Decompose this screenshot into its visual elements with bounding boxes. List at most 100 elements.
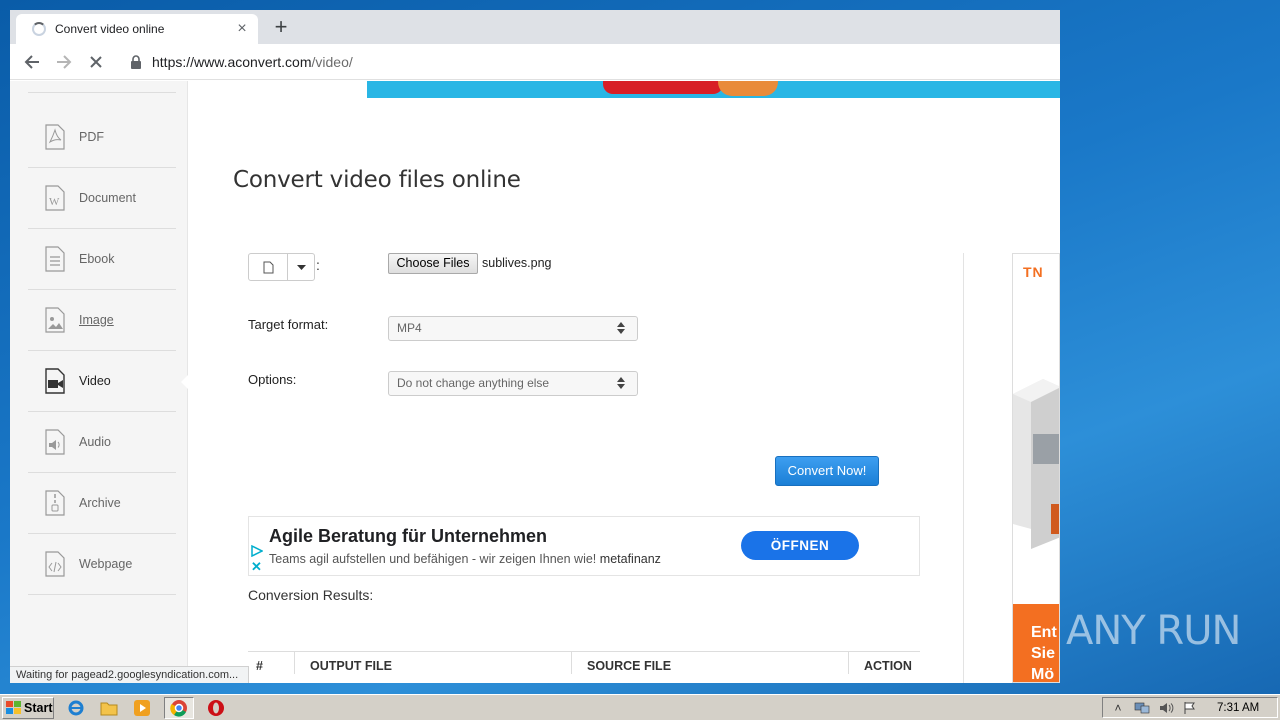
building-illustration [1013,379,1059,549]
ebook-icon [45,246,65,272]
lock-icon [131,54,141,69]
side-banner-ad[interactable]: TN Ent Sie Mö [1012,253,1060,683]
banner-ad-shape [603,81,723,94]
ad-description: Teams agil aufstellen und befähigen - wi… [269,552,661,566]
select-arrows-icon [617,377,625,389]
options-value: Do not change anything else [397,376,550,390]
tab-title: Convert video online [55,22,165,36]
media-player-icon [134,699,150,716]
image-icon [45,307,65,333]
folder-icon [100,702,118,715]
windows-taskbar: Start ˄ 7:31 AM [0,694,1280,720]
windows-logo-icon [6,700,21,714]
new-tab-button[interactable]: + [268,15,294,41]
browser-tab[interactable]: Convert video online × [16,14,258,44]
ad-headline[interactable]: Agile Beratung für Unternehmen [269,526,547,547]
taskbar-opera-button[interactable] [205,697,227,719]
options-select[interactable]: Do not change anything else [388,371,638,396]
audio-icon [45,429,65,455]
choose-files-button[interactable]: Choose Files [388,253,478,274]
svg-text:W: W [49,196,60,208]
start-button[interactable]: Start [2,696,54,719]
ad-close-icon[interactable]: ✕ [251,560,262,573]
taskbar-clock[interactable]: 7:31 AM [1217,702,1259,714]
convert-now-button[interactable]: Convert Now! [775,456,879,486]
sidebar-item-archive[interactable]: Archive [28,473,176,534]
category-sidebar: PDF W Document Ebook Image Video Audio A… [10,81,189,683]
side-ad-text-line: Ent [1031,624,1057,641]
results-table-header: # OUTPUT FILE SOURCE FILE ACTION [248,651,920,683]
sidebar-item-video[interactable]: Video [28,351,176,412]
source-caret-button[interactable] [288,254,314,280]
close-tab-icon[interactable]: × [234,20,250,38]
sidebar-item-label: Video [79,374,111,388]
flag-icon [1184,701,1195,714]
page-title: Convert video files online [233,167,521,193]
side-ad-text: Ent Sie Mö [1031,622,1057,682]
start-label: Start [24,700,53,715]
taskbar-media-player-button[interactable] [131,697,153,719]
arrow-right-icon [57,54,72,69]
target-format-select[interactable]: MP4 [388,316,638,341]
side-ad-text-line: Sie [1031,645,1056,662]
network-computer-icon [1134,702,1150,713]
sidebar-item-label: Document [79,191,136,205]
local-file-button[interactable] [249,254,288,280]
ad-open-button[interactable]: ÖFFNEN [741,531,859,560]
sidebar-item-label: Ebook [79,252,115,266]
ad-advertiser: metafinanz [599,552,661,566]
sidebar-item-webpage[interactable]: Webpage [28,534,176,595]
sidebar-item-audio[interactable]: Audio [28,412,176,473]
select-arrows-icon [617,322,625,334]
url-path: /video/ [311,53,353,70]
target-format-label: Target format: [248,317,329,332]
stop-x-icon [90,55,102,68]
sidebar-item-image[interactable]: Image [28,290,176,351]
sidebar-item-pdf[interactable]: PDF [28,107,176,168]
watermark-text: ANY RUN [1066,608,1241,654]
file-icon [263,261,273,273]
sidebar-item-ebook[interactable]: Ebook [28,229,176,290]
stop-loading-button[interactable] [80,46,112,78]
back-button[interactable] [16,46,48,78]
webpage-icon [45,551,65,577]
arrow-left-icon [24,54,39,69]
address-bar[interactable]: https://www.aconvert.com/video/ [128,48,1060,76]
speaker-icon [1160,702,1174,713]
adchoices-icon[interactable] [251,545,263,557]
column-separator [294,652,295,674]
internet-explorer-icon [68,700,84,715]
file-source-dropdown[interactable] [248,253,315,281]
loading-spinner-icon [32,22,46,36]
column-separator [571,652,572,674]
pdf-icon [45,124,65,150]
tab-strip: Convert video online × + [10,10,1060,44]
browser-toolbar: https://www.aconvert.com/video/ [10,44,1060,80]
archive-icon [45,490,65,516]
taskbar-ie-button[interactable] [65,697,87,719]
word-document-icon: W [45,185,65,211]
content-divider [963,253,964,683]
sidebar-item-document[interactable]: W Document [28,168,176,229]
taskbar-explorer-button[interactable] [98,697,120,719]
source-colon: : [316,257,320,273]
opera-icon [208,699,224,716]
top-banner-ad[interactable] [188,81,1060,98]
column-header-action: ACTION [864,659,912,673]
volume-icon[interactable] [1157,700,1175,716]
action-center-flag-icon[interactable] [1181,700,1199,716]
forward-button[interactable] [48,46,80,78]
column-header-source-file: SOURCE FILE [587,659,672,673]
video-camera-icon [45,368,65,394]
options-label: Options: [248,372,297,387]
sidebar-divider [28,92,176,93]
target-format-value: MP4 [397,321,422,335]
conversion-results-title: Conversion Results: [248,587,374,603]
network-icon[interactable] [1133,700,1151,716]
taskbar-chrome-button[interactable] [164,696,194,719]
system-tray: ˄ 7:31 AM [1102,697,1278,718]
column-separator [848,652,849,674]
text-ad[interactable]: Agile Beratung für Unternehmen Teams agi… [248,516,920,576]
column-header-output-file: OUTPUT FILE [310,659,392,673]
show-hidden-icons-chevron-icon[interactable]: ˄ [1109,700,1127,716]
